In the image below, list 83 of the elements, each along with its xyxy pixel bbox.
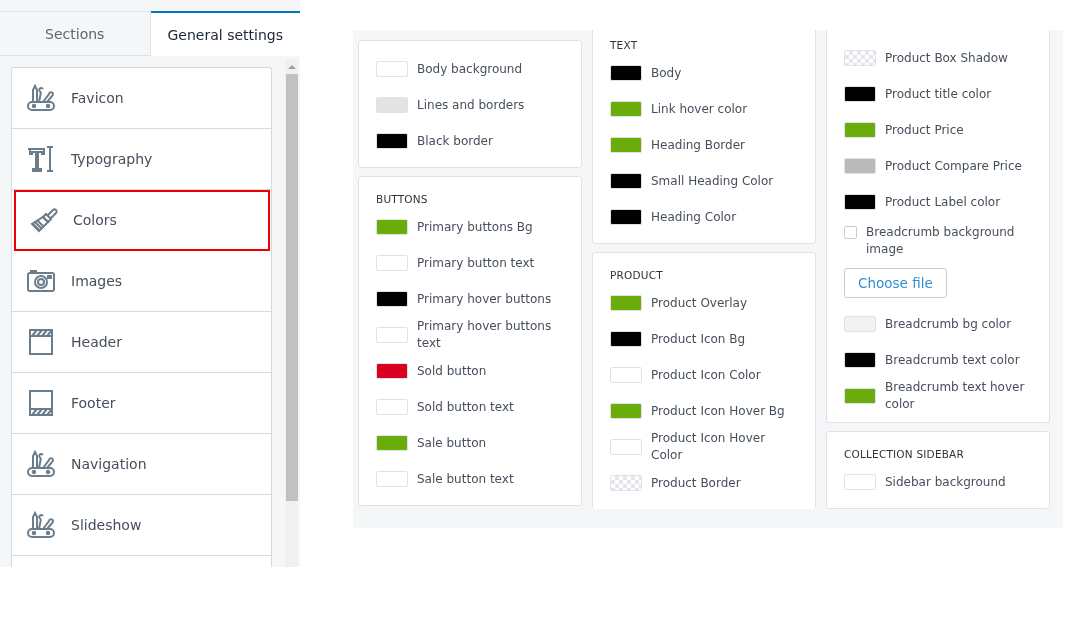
setting-label: Product Border: [651, 474, 741, 492]
setting-label: Product Compare Price: [885, 157, 1022, 175]
color-swatch[interactable]: [610, 295, 642, 311]
color-swatch[interactable]: [844, 474, 876, 490]
color-swatch[interactable]: [844, 352, 876, 368]
setting-label: Breadcrumb background image: [866, 224, 1016, 258]
setting-label: Breadcrumb text color: [885, 351, 1020, 369]
setting-label: Sold button text: [417, 398, 514, 416]
color-swatch[interactable]: [844, 194, 876, 210]
transparent-swatch[interactable]: [844, 50, 876, 66]
color-swatch[interactable]: [844, 122, 876, 138]
setting-label: Breadcrumb bg color: [885, 315, 1012, 333]
sidebar-item[interactable]: Colors: [14, 190, 270, 251]
setting-label: Sale button: [417, 434, 487, 452]
setting-label: Sidebar background: [885, 473, 1006, 491]
setting-label: Heading Border: [651, 136, 745, 154]
checkbox[interactable]: [844, 226, 857, 239]
color-swatch[interactable]: [376, 399, 408, 415]
color-swatch[interactable]: [376, 291, 408, 307]
tab[interactable]: Sections: [0, 11, 151, 56]
setting-label: Primary hover buttons: [417, 290, 552, 308]
multitool-icon: [25, 82, 57, 114]
setting-label: Product Icon Hover Color: [651, 430, 767, 464]
sidebar-item[interactable]: Navigation: [12, 434, 271, 495]
section-heading: TEXT: [610, 39, 639, 51]
color-swatch[interactable]: [610, 439, 642, 455]
setting-label: Body: [651, 64, 682, 82]
sidebar-item[interactable]: Images: [12, 251, 271, 312]
setting-label: Product title color: [885, 85, 992, 103]
section-heading: BUTTONS: [376, 193, 429, 205]
section-heading: COLLECTION SIDEBAR: [844, 448, 965, 460]
color-swatch[interactable]: [376, 219, 408, 235]
color-swatch[interactable]: [844, 158, 876, 174]
color-swatch[interactable]: [610, 403, 642, 419]
setting-label: Black border: [417, 132, 493, 150]
setting-label: Product Label color: [885, 193, 1001, 211]
color-swatch[interactable]: [376, 327, 408, 343]
color-swatch[interactable]: [376, 435, 408, 451]
choose-file-button[interactable]: Choose file: [844, 268, 947, 298]
color-swatch[interactable]: [376, 61, 408, 77]
setting-label: Product Icon Bg: [651, 330, 746, 348]
color-swatch[interactable]: [376, 363, 408, 379]
color-swatch[interactable]: [610, 209, 642, 225]
color-swatch[interactable]: [610, 137, 642, 153]
sidebar-item[interactable]: Slideshow: [12, 495, 271, 556]
setting-label: Primary buttons Bg: [417, 218, 533, 236]
color-swatch[interactable]: [376, 97, 408, 113]
setting-label: Sale button text: [417, 470, 514, 488]
setting-label: Primary button text: [417, 254, 535, 272]
color-swatch[interactable]: [376, 255, 408, 271]
color-swatch[interactable]: [610, 367, 642, 383]
color-swatch[interactable]: [844, 316, 876, 332]
transparent-swatch[interactable]: [610, 475, 642, 491]
setting-label: Product Overlay: [651, 294, 748, 312]
multitool-icon: [25, 509, 57, 541]
sidebar-item[interactable]: Typography: [12, 129, 271, 190]
color-swatch[interactable]: [610, 331, 642, 347]
setting-label: Primary hover buttons text: [417, 318, 553, 352]
setting-label: Heading Color: [651, 208, 737, 226]
color-swatch[interactable]: [844, 86, 876, 102]
color-swatch[interactable]: [610, 65, 642, 81]
setting-label: Lines and borders: [417, 96, 525, 114]
tab[interactable]: General settings: [150, 11, 300, 56]
sidebar-item[interactable]: Header: [12, 312, 271, 373]
setting-label: Product Box Shadow: [885, 49, 1008, 67]
setting-label: Body background: [417, 60, 523, 78]
color-swatch[interactable]: [844, 388, 876, 404]
multitool-icon: [25, 448, 57, 480]
setting-label: Sold button: [417, 362, 487, 380]
color-swatch[interactable]: [610, 101, 642, 117]
sidebar-item[interactable]: Footer: [12, 373, 271, 434]
color-swatch[interactable]: [376, 471, 408, 487]
setting-label: Product Icon Color: [651, 366, 761, 384]
setting-label: Link hover color: [651, 100, 748, 118]
color-swatch[interactable]: [376, 133, 408, 149]
sidebar-item[interactable]: Favicon: [12, 68, 271, 129]
color-swatch[interactable]: [610, 173, 642, 189]
setting-label: Breadcrumb text hover color: [885, 379, 1026, 413]
setting-label: Small Heading Color: [651, 172, 774, 190]
section-heading: PRODUCT: [610, 269, 664, 281]
setting-label: Product Price: [885, 121, 964, 139]
setting-label: Product Icon Hover Bg: [651, 402, 785, 420]
scrollbar[interactable]: [285, 59, 298, 567]
